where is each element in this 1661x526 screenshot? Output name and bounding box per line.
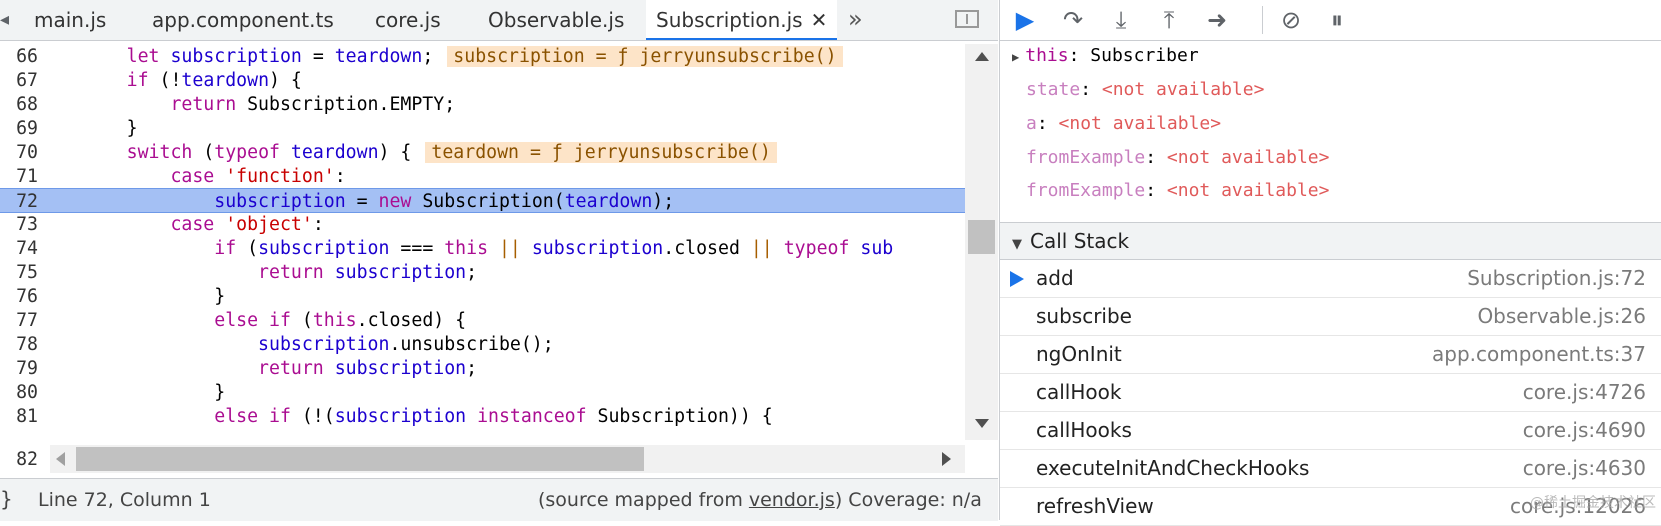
tab-label: app.component.ts <box>152 8 334 32</box>
call-stack-header[interactable]: ▼ Call Stack <box>1000 222 1661 260</box>
code-editor[interactable]: 66 let subscription = teardown; subscript… <box>0 44 965 444</box>
pretty-print-icon[interactable]: } <box>0 487 13 511</box>
tab-label: Observable.js <box>488 8 625 32</box>
code-line: 66 let subscription = teardown; subscript… <box>0 44 965 69</box>
scroll-up-icon[interactable] <box>975 52 989 61</box>
watermark: @稀土掘金技术社区 <box>1530 495 1656 511</box>
call-stack-frame[interactable]: ngOnInit app.component.ts:37 <box>1000 336 1661 374</box>
code-line: 76 } <box>16 286 226 307</box>
deactivate-breakpoints-icon[interactable]: ⊘ <box>1276 6 1306 34</box>
step-icon[interactable]: ➜ <box>1202 6 1232 34</box>
cursor-position: Line 72, Column 1 <box>38 489 211 511</box>
resume-icon[interactable]: ▶︎ <box>1010 6 1040 34</box>
call-stack-frame[interactable]: add Subscription.js:72 <box>1000 260 1661 298</box>
code-line: 79 return subscription; <box>16 358 478 379</box>
scroll-down-icon[interactable] <box>975 419 989 428</box>
code-line: 71 case 'function': <box>16 166 346 187</box>
tab-label: core.js <box>375 8 441 32</box>
inline-value: teardown = ƒ jerryunsubscribe() <box>425 142 777 163</box>
scroll-right-icon[interactable] <box>942 452 951 466</box>
current-frame-arrow-icon <box>1010 271 1024 287</box>
toolbar-divider <box>1262 6 1263 34</box>
source-map-link[interactable]: vendor.js <box>749 489 835 511</box>
scroll-left-icon[interactable] <box>56 452 65 466</box>
code-line: 78 subscription.unsubscribe(); <box>16 334 554 355</box>
call-stack-frame[interactable]: callHooks core.js:4690 <box>1000 412 1661 450</box>
scope-variable: state: <not available> <box>1026 79 1265 100</box>
scope-variable: a: <not available> <box>1026 113 1222 134</box>
coverage-info: Coverage: n/a <box>848 489 982 511</box>
sources-editor-pane: ◂ main.js app.component.ts core.js Obser… <box>0 0 998 521</box>
scroll-thumb[interactable] <box>968 220 995 254</box>
code-line: 75 return subscription; <box>16 262 478 283</box>
pause-on-exceptions-icon[interactable]: ⏸ <box>1322 6 1352 34</box>
scroll-thumb[interactable] <box>76 447 644 471</box>
call-stack-frame[interactable]: subscribe Observable.js:26 <box>1000 298 1661 336</box>
tab-main-js[interactable]: main.js <box>34 0 106 40</box>
step-over-icon[interactable]: ↷ <box>1058 6 1088 34</box>
tab-label: main.js <box>34 8 107 32</box>
tab-observable-js[interactable]: Observable.js <box>488 0 624 40</box>
scope-this-row[interactable]: ▶ this: Subscriber <box>1012 43 1199 69</box>
code-line: 74 if (subscription === this || subscrip… <box>16 238 894 259</box>
call-stack-frame[interactable]: executeInitAndCheckHooks core.js:4630 <box>1000 450 1661 488</box>
more-tabs-icon[interactable]: » <box>848 0 863 38</box>
scope-variable: fromExample: <not available> <box>1026 147 1330 168</box>
code-line: 70 switch (typeof teardown) {teardown = … <box>0 140 965 165</box>
code-line: 80 } <box>16 382 226 403</box>
horizontal-scrollbar[interactable] <box>50 445 965 473</box>
tab-label: Subscription.js <box>656 8 803 32</box>
code-line: 68 return Subscription.EMPTY; <box>16 94 456 115</box>
step-into-icon[interactable]: ⤓ <box>1106 6 1136 34</box>
code-line: 67 if (!teardown) { <box>16 70 302 91</box>
expand-triangle-icon[interactable]: ▶ <box>1012 50 1019 64</box>
tab-scroll-left-icon[interactable]: ◂ <box>0 9 12 31</box>
code-line: 73 case 'object': <box>16 214 324 235</box>
collapse-triangle-icon[interactable]: ▼ <box>1012 237 1022 252</box>
status-bar: } Line 72, Column 1 (source mapped from … <box>0 478 998 521</box>
tab-core-js[interactable]: core.js <box>375 0 441 40</box>
code-line: 69 } <box>16 118 138 139</box>
close-icon[interactable]: ✕ <box>811 8 828 32</box>
debugger-toolbar: ▶︎ ↷ ⤓ ⤒ ➜ ⊘ ⏸ <box>1000 0 1661 41</box>
scope-variable: fromExample: <not available> <box>1026 180 1330 201</box>
paused-execution-line: 72 subscription = new Subscription(teard… <box>0 188 965 213</box>
scope-panel: ▶ this: Subscriber state: <not available>… <box>1000 41 1661 221</box>
toggle-debugger-sidebar-icon[interactable] <box>955 10 979 28</box>
call-stack-frame[interactable]: callHook core.js:4726 <box>1000 374 1661 412</box>
tab-subscription-js[interactable]: Subscription.js ✕ <box>646 0 838 40</box>
debugger-sidebar: ▶︎ ↷ ⤓ ⤒ ➜ ⊘ ⏸ ▶ this: Subscriber state: … <box>999 0 1661 526</box>
file-tab-bar: ◂ main.js app.component.ts core.js Obser… <box>0 0 998 41</box>
inline-value: subscription = ƒ jerryunsubscribe() <box>447 46 843 67</box>
source-map-info: (source mapped from vendor.js) Coverage:… <box>538 489 982 511</box>
code-line: 81 else if (!(subscription instanceof Su… <box>16 406 773 427</box>
step-out-icon[interactable]: ⤒ <box>1154 6 1184 34</box>
code-line: 77 else if (this.closed) { <box>16 310 467 331</box>
tab-app-component-ts[interactable]: app.component.ts <box>152 0 334 40</box>
vertical-scrollbar[interactable] <box>965 44 998 440</box>
